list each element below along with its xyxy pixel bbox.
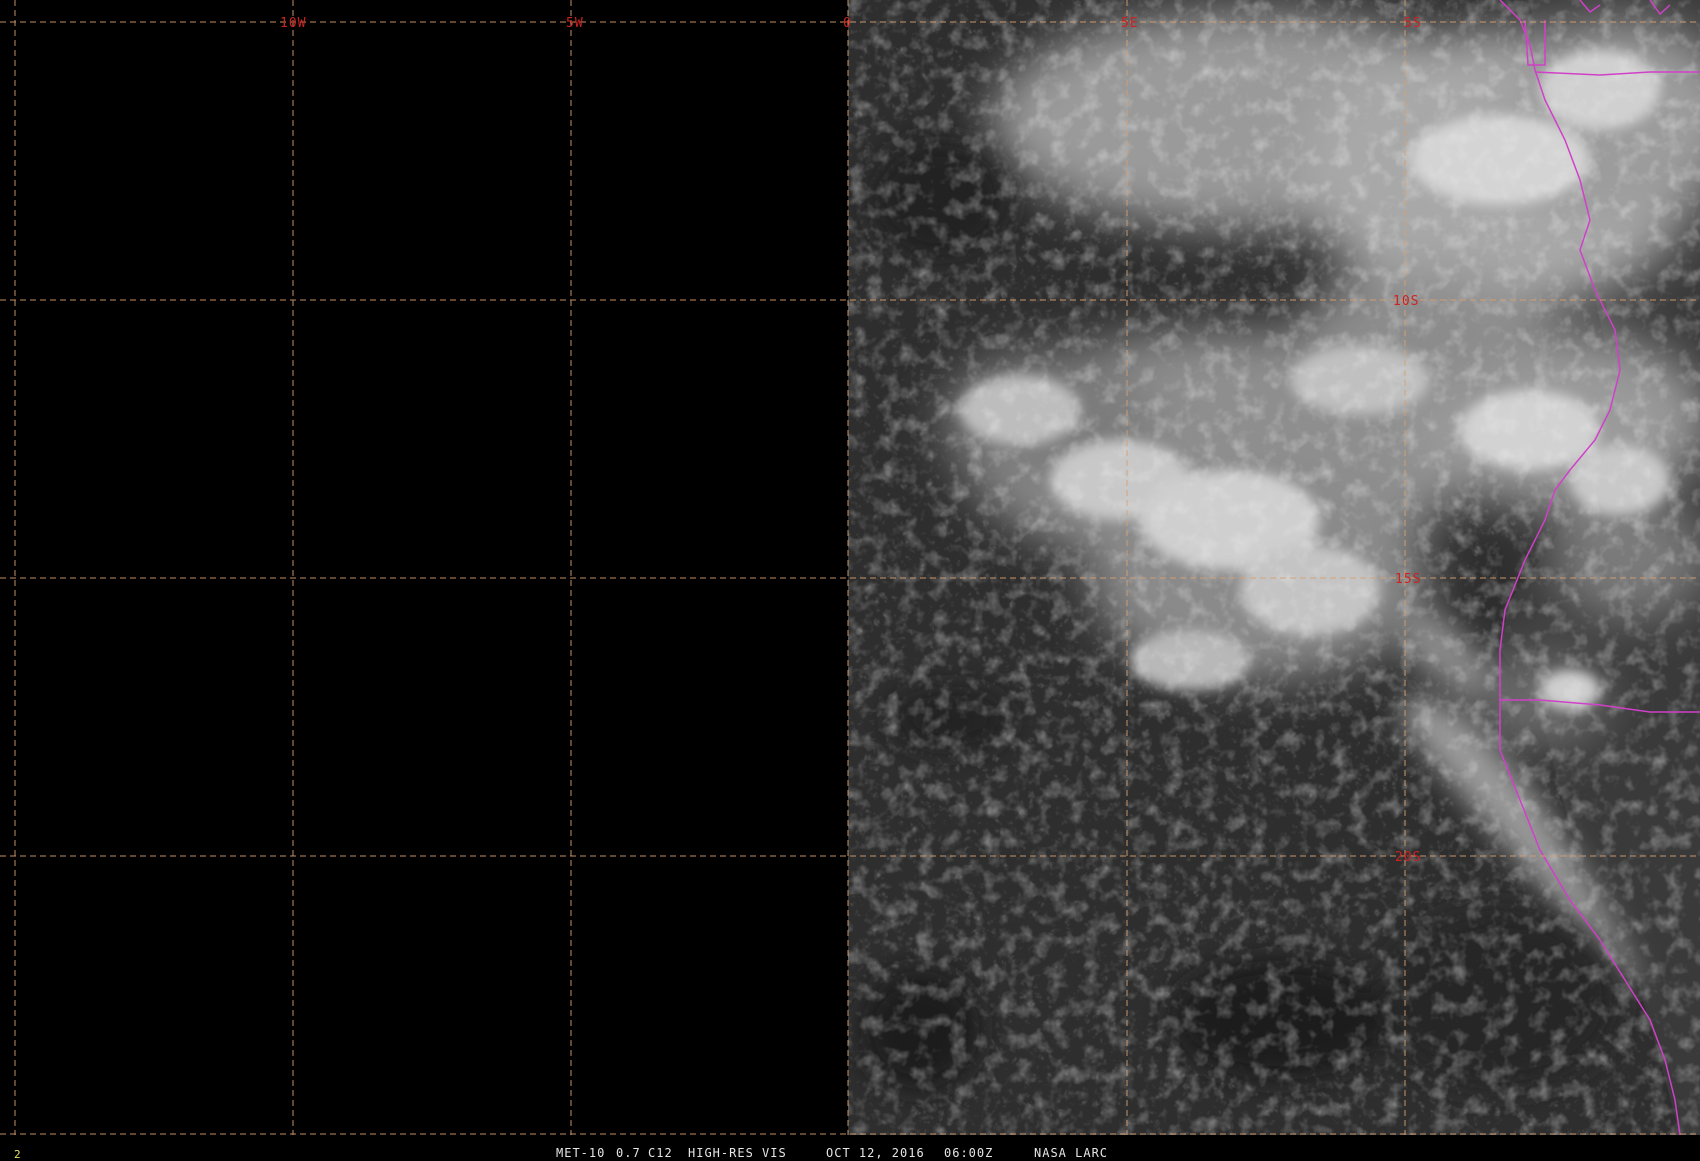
satellite-image: 10W 5W 0 5E 5S 10S 15S 20S bbox=[0, 0, 1700, 1135]
satellite-image-viewer: 10W 5W 0 5E 5S 10S 15S 20S 2 MET-10 0.7 … bbox=[0, 0, 1700, 1161]
lon-label-5e: 5E bbox=[1121, 16, 1139, 31]
lon-label-0: 0 bbox=[843, 16, 852, 31]
caption-source: NASA LARC bbox=[1034, 1146, 1109, 1160]
caption-product: HIGH-RES VIS bbox=[688, 1146, 787, 1160]
lon-label-5w: 5W bbox=[566, 16, 584, 31]
lat-label-20s: 20S bbox=[1395, 850, 1421, 865]
frame-index: 2 bbox=[14, 1148, 21, 1161]
caption-channel-code: C12 bbox=[648, 1146, 673, 1160]
caption-time: 06:00Z bbox=[944, 1146, 994, 1160]
lon-label-10w: 10W bbox=[280, 16, 306, 31]
lat-label-15s: 15S bbox=[1395, 572, 1421, 587]
imagery-region bbox=[848, 0, 1700, 1135]
caption-satellite: MET-10 bbox=[556, 1146, 606, 1160]
caption-channel: 0.7 bbox=[616, 1146, 641, 1160]
caption-date: OCT 12, 2016 bbox=[826, 1146, 925, 1160]
lat-label-5s: 5S bbox=[1404, 16, 1422, 31]
lat-label-10s: 10S bbox=[1393, 294, 1419, 309]
